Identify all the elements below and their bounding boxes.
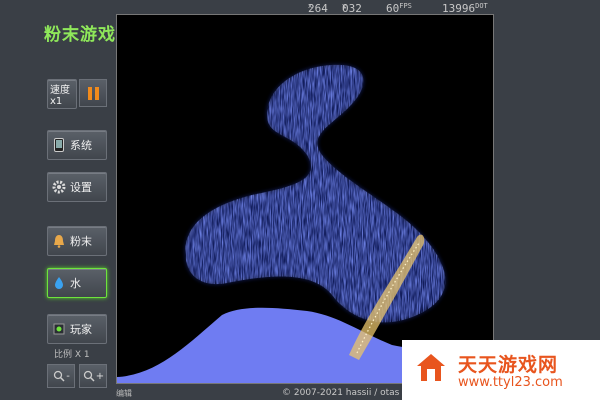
copyright-text: © 2007-2021 hassii / otas — [282, 388, 400, 398]
site-watermark: 天天游戏网 www.ttyl23.com — [402, 340, 600, 400]
settings-label: 设置 — [70, 181, 92, 194]
bell-icon — [52, 234, 66, 248]
scale-label: 比例 X 1 — [54, 350, 90, 360]
powder-button[interactable]: 粉末 — [47, 226, 107, 256]
gear-icon — [52, 180, 66, 194]
water-label: 水 — [70, 277, 81, 290]
system-label: 系统 — [70, 139, 92, 152]
zoom-in-button[interactable]: + — [79, 364, 107, 388]
watermark-url: www.ttyl23.com — [458, 375, 563, 390]
magnifier-plus-icon — [82, 369, 96, 383]
player-button[interactable]: 玩家 — [47, 314, 107, 344]
app-title: 粉末游戏 — [44, 25, 116, 45]
system-button[interactable]: 系统 — [47, 130, 107, 160]
player-icon — [52, 322, 66, 336]
pause-button[interactable] — [79, 79, 107, 107]
phone-icon — [52, 138, 66, 152]
watermark-name: 天天游戏网 — [458, 354, 559, 376]
house-logo-icon — [414, 351, 448, 389]
zoom-out-button[interactable]: - — [47, 364, 75, 388]
water-drop-icon — [52, 276, 66, 290]
water-button[interactable]: 水 — [47, 268, 107, 298]
powder-label: 粉末 — [70, 235, 92, 248]
simulation-canvas[interactable] — [116, 14, 494, 384]
water-particle-cloud — [185, 64, 446, 323]
edit-label: 编辑 — [116, 389, 132, 398]
player-label: 玩家 — [70, 323, 92, 336]
speed-label: 速度x1 — [50, 85, 70, 107]
speed-button[interactable]: 速度x1 — [47, 79, 77, 109]
magnifier-minus-icon — [52, 369, 66, 383]
settings-button[interactable]: 设置 — [47, 172, 107, 202]
